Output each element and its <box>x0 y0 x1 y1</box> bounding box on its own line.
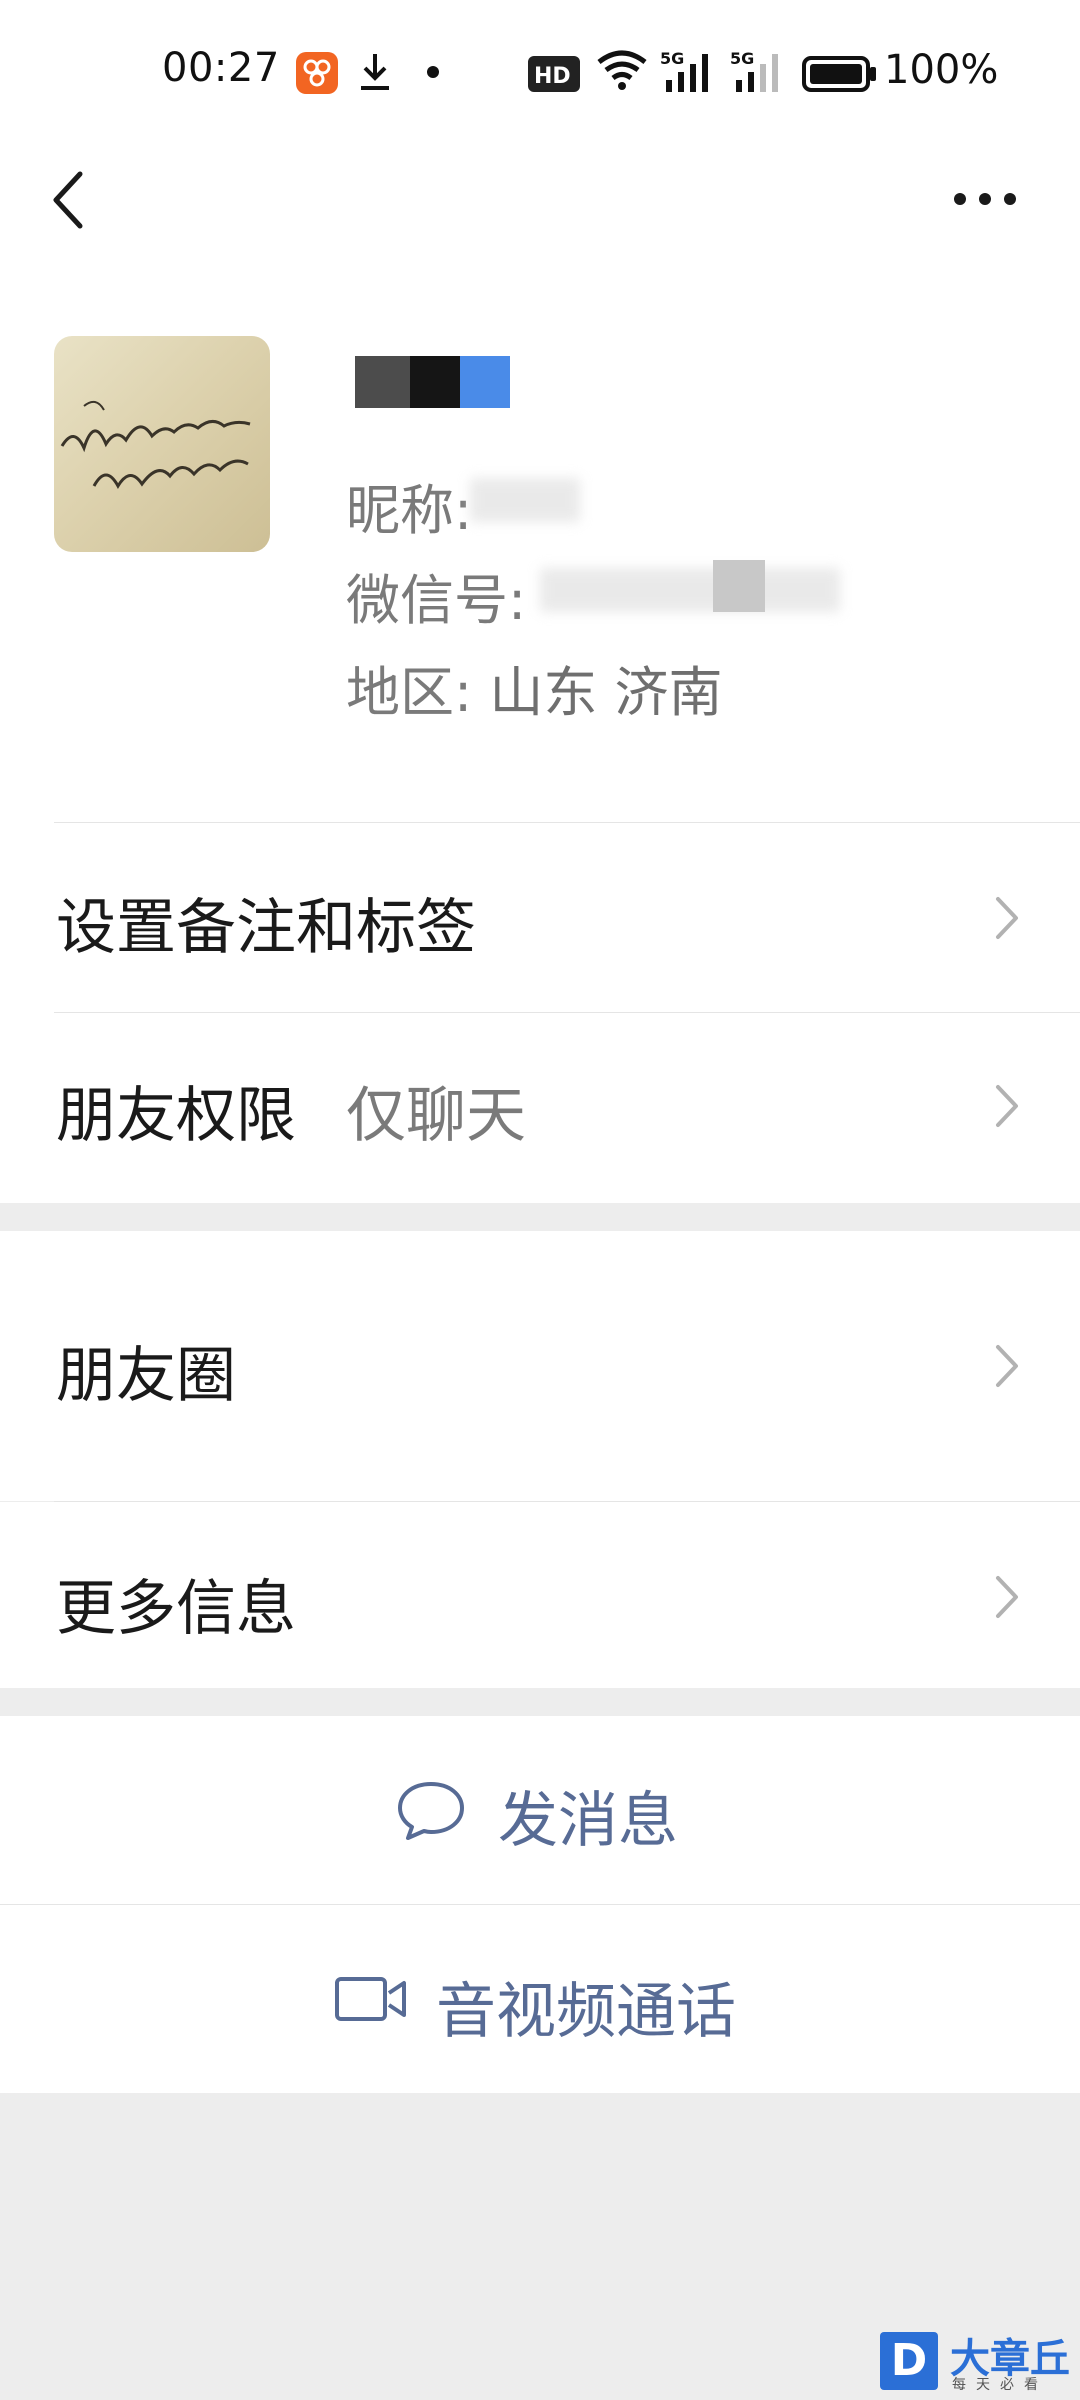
region-row: 地区: 山东 济南 <box>346 648 723 727</box>
chevron-right-icon <box>996 897 1018 939</box>
moments-row[interactable]: 朋友圈 <box>0 1231 1080 1501</box>
back-button[interactable] <box>46 168 94 232</box>
chevron-right-icon <box>996 1576 1018 1618</box>
video-camera-icon <box>335 1977 406 2021</box>
signal-icon: 5G <box>730 50 778 92</box>
send-message-label: 发消息 <box>498 1786 678 1856</box>
network-type-1: 5G <box>660 50 684 68</box>
status-time: 00:27 <box>162 45 280 91</box>
section-separator <box>0 1203 1080 1231</box>
avatar[interactable] <box>54 336 270 552</box>
region-label: 地区: <box>346 661 473 724</box>
status-bar: 00:27 HD 5G 5G 100% <box>0 0 1080 140</box>
remark-tags-row[interactable]: 设置备注和标签 <box>0 823 1080 1011</box>
chat-bubble-icon <box>398 1782 464 1840</box>
wechat-id-redaction-block <box>713 560 765 612</box>
nickname-redaction <box>470 478 580 522</box>
chevron-right-icon <box>996 1345 1018 1387</box>
notification-dot-icon <box>427 66 439 78</box>
hd-badge: HD <box>534 64 571 89</box>
friend-permission-row[interactable]: 朋友权限 仅聊天 <box>0 1013 1080 1201</box>
friend-permission-value: 仅聊天 <box>346 1081 526 1151</box>
remark-tags-label: 设置备注和标签 <box>56 893 476 963</box>
more-info-row[interactable]: 更多信息 <box>0 1502 1080 1688</box>
section-separator <box>0 1688 1080 1716</box>
battery-percentage: 100% <box>884 47 999 93</box>
signal-icon: 5G <box>660 50 708 92</box>
watermark-subtitle: 每天必看 <box>952 2377 1048 2393</box>
send-message-button[interactable]: 发消息 <box>0 1716 1080 1904</box>
av-call-button[interactable]: 音视频通话 <box>0 1905 1080 2093</box>
network-type-2: 5G <box>730 50 754 68</box>
friend-permission-label: 朋友权限 <box>56 1081 296 1151</box>
battery-icon <box>802 56 876 92</box>
download-icon <box>361 54 389 90</box>
av-call-label: 音视频通话 <box>436 1977 736 2047</box>
wechat-id-redaction <box>540 568 840 612</box>
moments-label: 朋友圈 <box>56 1341 236 1411</box>
hd-voice-icon: HD <box>528 56 580 92</box>
nickname-label: 昵称: <box>346 479 473 542</box>
wifi-icon <box>597 50 647 90</box>
watermark-logo: D <box>880 2332 938 2390</box>
chevron-right-icon <box>996 1085 1018 1127</box>
app-notification-icon <box>296 52 338 94</box>
more-options-button[interactable] <box>952 186 1018 212</box>
watermark: D 大章丘 每天必看 <box>880 2332 1080 2400</box>
region-value: 山东 济南 <box>489 661 723 724</box>
more-info-label: 更多信息 <box>56 1574 296 1644</box>
profile-name-obscured <box>355 356 511 408</box>
wechat-id-label: 微信号: <box>346 569 527 632</box>
